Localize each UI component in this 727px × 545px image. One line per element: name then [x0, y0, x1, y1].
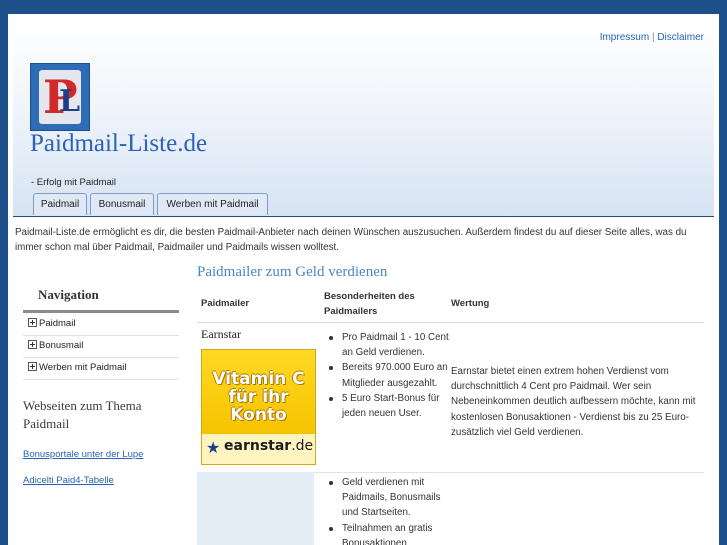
link-adicelti[interactable]: Adicelti Paid4-Tabelle — [23, 475, 114, 486]
nav-item-label: Werben mit Paidmail — [39, 362, 127, 373]
navigation-list: Paidmail Bonusmail Werben mit Paidmail — [23, 314, 179, 380]
expand-plus-icon[interactable] — [28, 340, 37, 349]
site-title[interactable]: Paidmail-Liste.de — [30, 130, 207, 158]
feature-item: Pro Paidmail 1 - 10 Cent an Geld verdien… — [324, 330, 449, 360]
websites-heading: Webseiten zum Thema Paidmail — [23, 398, 142, 431]
column-header-paidmailer: Paidmailer — [201, 298, 250, 309]
feature-item: 5 Euro Start-Bonus für jeden neuen User. — [324, 391, 449, 421]
feature-list: Pro Paidmail 1 - 10 Cent an Geld verdien… — [324, 330, 449, 421]
logo-letter-l: L — [59, 84, 81, 119]
navigation-heading: Navigation — [38, 287, 99, 302]
feature-list: Geld verdienen mit Paidmails, Bonusmails… — [324, 475, 449, 545]
feature-item: Bereits 970.000 Euro an Mitglieder ausge… — [324, 360, 449, 390]
rating-text: Earnstar bietet einen extrem hohen Verdi… — [451, 366, 696, 438]
banner-brand: earnstar.de — [224, 438, 313, 454]
banner-line: Konto — [230, 405, 287, 425]
expand-plus-icon[interactable] — [28, 318, 37, 327]
navigation-divider — [23, 310, 179, 313]
earnstar-banner[interactable]: Vitamin C für ihr Konto ★ earnstar.de — [201, 349, 316, 465]
site-logo[interactable]: P L — [30, 63, 90, 131]
table-row: Earnstar Vitamin C für ihr Konto ★ earns… — [197, 322, 704, 473]
column-header-wertung: Wertung — [451, 298, 490, 309]
impressum-link[interactable]: Impressum — [600, 32, 649, 43]
intro-text: Paidmail-Liste.de ermöglicht es dir, die… — [15, 227, 687, 253]
link-bonusportale[interactable]: Bonusportale unter der Lupe — [23, 449, 143, 460]
nav-item-paidmail[interactable]: Paidmail — [23, 314, 179, 336]
banner-line: für ihr — [228, 387, 289, 407]
nav-item-werben-mit-paidmail[interactable]: Werben mit Paidmail — [23, 358, 179, 380]
site-header: Impressum | Disclaimer P L Paidmail-List… — [13, 22, 714, 217]
nav-item-label: Bonusmail — [39, 340, 84, 351]
page: Impressum | Disclaimer P L Paidmail-List… — [8, 14, 719, 545]
disclaimer-link[interactable]: Disclaimer — [657, 32, 704, 43]
tab-bonusmail[interactable]: Bonusmail — [90, 193, 154, 215]
site-slogan: - Erfolg mit Paidmail — [31, 177, 116, 188]
top-links: Impressum | Disclaimer — [600, 32, 704, 43]
paidmailer-cell — [197, 472, 314, 545]
nav-item-label: Paidmail — [39, 318, 76, 329]
link-separator: | — [651, 32, 655, 43]
paidmailer-name[interactable]: Earnstar — [201, 327, 241, 342]
table-header: Paidmailer Besonderheiten des Paidmailer… — [197, 284, 704, 323]
feature-item: Geld verdienen mit Paidmails, Bonusmails… — [324, 475, 449, 521]
tab-paidmail[interactable]: Paidmail — [33, 193, 87, 215]
expand-plus-icon[interactable] — [28, 362, 37, 371]
logo-badge: P L — [39, 70, 81, 124]
banner-brand-bold: earnstar — [224, 438, 292, 454]
banner-line: Vitamin C — [212, 369, 305, 389]
column-header-besonderheiten: Besonderheiten des Paidmailers — [324, 291, 415, 317]
table-row: Geld verdienen mit Paidmails, Bonusmails… — [197, 472, 704, 545]
banner-slogan: Vitamin C für ihr Konto — [202, 370, 315, 424]
star-icon: ★ — [206, 440, 221, 457]
feature-item: Teilnahmen an gratis Bonusaktionen — [324, 521, 449, 545]
banner-brand-domain: .de — [291, 438, 314, 454]
tab-werben-mit-paidmail[interactable]: Werben mit Paidmail — [157, 193, 268, 215]
nav-item-bonusmail[interactable]: Bonusmail — [23, 336, 179, 358]
content-heading: Paidmailer zum Geld verdienen — [197, 264, 388, 280]
